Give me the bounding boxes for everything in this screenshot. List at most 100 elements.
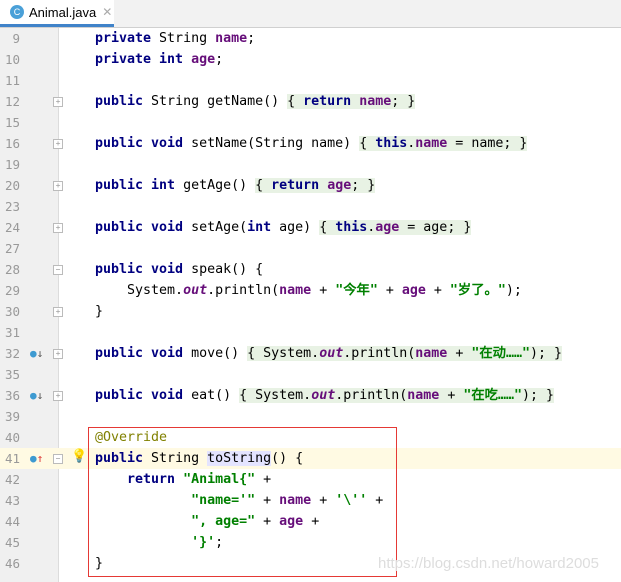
code-line[interactable]: 10 private int age; <box>0 49 621 70</box>
code-line[interactable]: 16 + public void setName(String name) { th… <box>0 133 621 154</box>
code-text: public void speak() { <box>95 259 263 280</box>
code-text: '}'; <box>95 532 223 553</box>
code-text: "name='" + name + '\'' + <box>95 490 383 511</box>
implemented-icon[interactable]: ●↓ <box>30 343 43 364</box>
code-token: toString <box>207 451 272 466</box>
code-text: } <box>95 553 103 574</box>
code-token: private <box>95 31 160 46</box>
code-token: + <box>311 283 336 298</box>
fold-icon[interactable]: + <box>53 139 63 149</box>
code-line[interactable]: 40 @Override <box>0 427 621 448</box>
java-class-icon: C <box>10 5 24 19</box>
code-line[interactable]: 15 <box>0 112 621 133</box>
code-text: private int age; <box>95 49 223 70</box>
line-number: 15 <box>4 115 20 130</box>
code-line[interactable]: 28 − public void speak() { <box>0 259 621 280</box>
line-number: 12 <box>4 94 20 109</box>
lightbulb-icon[interactable]: 💡 <box>71 446 87 467</box>
tab-animal-java[interactable]: C Animal.java ✕ <box>0 0 114 27</box>
code-token: return <box>271 178 328 193</box>
code-token: "岁了。" <box>449 283 506 298</box>
code-line[interactable]: 44 ", age=" + age + <box>0 511 621 532</box>
code-line[interactable]: 9 private String name; <box>0 28 621 49</box>
code-line[interactable]: 32 ●↓ + public void move() { System.out.pri… <box>0 343 621 364</box>
code-token: System. <box>95 283 184 298</box>
code-token: private int <box>95 52 192 67</box>
code-line[interactable]: 31 <box>0 322 621 343</box>
line-number: 29 <box>4 283 20 298</box>
close-tab-icon[interactable]: ✕ <box>102 5 112 19</box>
code-token: { <box>319 220 336 235</box>
code-text: @Override <box>95 427 167 448</box>
code-token: public int <box>95 178 184 193</box>
line-number: 11 <box>4 73 20 88</box>
code-token: public <box>95 94 152 109</box>
code-token: "今年" <box>335 283 378 298</box>
fold-icon[interactable]: + <box>53 181 63 191</box>
code-token: () { <box>271 451 304 466</box>
code-token: { <box>287 94 304 109</box>
code-token: "Animal{" <box>183 472 256 487</box>
code-token: + <box>255 493 280 508</box>
code-line[interactable]: 27 <box>0 238 621 259</box>
line-number: 41 <box>4 451 20 466</box>
code-token: return <box>127 472 184 487</box>
code-token: String getName() <box>151 94 288 109</box>
code-line[interactable]: 23 <box>0 196 621 217</box>
code-token: name <box>415 136 448 151</box>
code-token: setAge( <box>191 220 248 235</box>
line-number: 20 <box>4 178 20 193</box>
code-line[interactable]: 12 + public String getName() { return name… <box>0 91 621 112</box>
code-token: { <box>255 178 272 193</box>
code-line[interactable]: 42 return "Animal{" + <box>0 469 621 490</box>
fold-icon[interactable]: − <box>53 265 63 275</box>
line-number: 31 <box>4 325 20 340</box>
fold-icon[interactable]: + <box>53 349 63 359</box>
code-token: ); <box>505 283 522 298</box>
code-token: ; <box>215 535 224 550</box>
code-token: .println( <box>207 283 280 298</box>
code-text: private String name; <box>95 28 255 49</box>
code-line[interactable]: 19 <box>0 154 621 175</box>
code-line[interactable]: 30 +} <box>0 301 621 322</box>
fold-icon[interactable]: + <box>53 223 63 233</box>
implemented-icon[interactable]: ●↓ <box>30 385 43 406</box>
code-token: ); } <box>529 346 562 361</box>
code-token: = age; } <box>399 220 472 235</box>
code-line[interactable]: 39 <box>0 406 621 427</box>
code-line[interactable]: 20 + public int getAge() { return age; } <box>0 175 621 196</box>
code-token: this <box>335 220 368 235</box>
code-line[interactable]: 29 System.out.println(name + "今年" + age … <box>0 280 621 301</box>
fold-icon[interactable]: − <box>53 454 63 464</box>
code-line[interactable]: 41 ●↑ − 💡 public String toString() { <box>0 448 621 469</box>
code-line[interactable]: 35 <box>0 364 621 385</box>
line-number: 28 <box>4 262 20 277</box>
code-token: name <box>407 388 440 403</box>
code-token: name <box>279 493 312 508</box>
code-token: speak() { <box>191 262 264 277</box>
fold-icon[interactable]: + <box>53 391 63 401</box>
code-text: public int getAge() { return age; } <box>95 175 376 196</box>
line-number: 40 <box>4 430 20 445</box>
code-line[interactable]: 24 + public void setAge(int age) { this.ag… <box>0 217 621 238</box>
code-token: { <box>247 346 264 361</box>
code-text: } <box>95 301 103 322</box>
code-token: int <box>247 220 280 235</box>
code-line[interactable]: 45 '}'; <box>0 532 621 553</box>
code-token: } <box>95 304 104 319</box>
fold-icon[interactable]: + <box>53 97 63 107</box>
code-line[interactable]: 43 "name='" + name + '\'' + <box>0 490 621 511</box>
line-number: 19 <box>4 157 20 172</box>
code-line[interactable]: 11 <box>0 70 621 91</box>
code-token: eat() <box>191 388 240 403</box>
fold-icon[interactable]: + <box>53 307 63 317</box>
code-text: ", age=" + age + <box>95 511 319 532</box>
code-token: System. <box>255 388 312 403</box>
overrides-icon[interactable]: ●↑ <box>30 448 43 469</box>
line-number: 35 <box>4 367 20 382</box>
code-line[interactable]: 36 ●↓ + public void eat() { System.out.prin… <box>0 385 621 406</box>
code-token: + <box>255 514 280 529</box>
